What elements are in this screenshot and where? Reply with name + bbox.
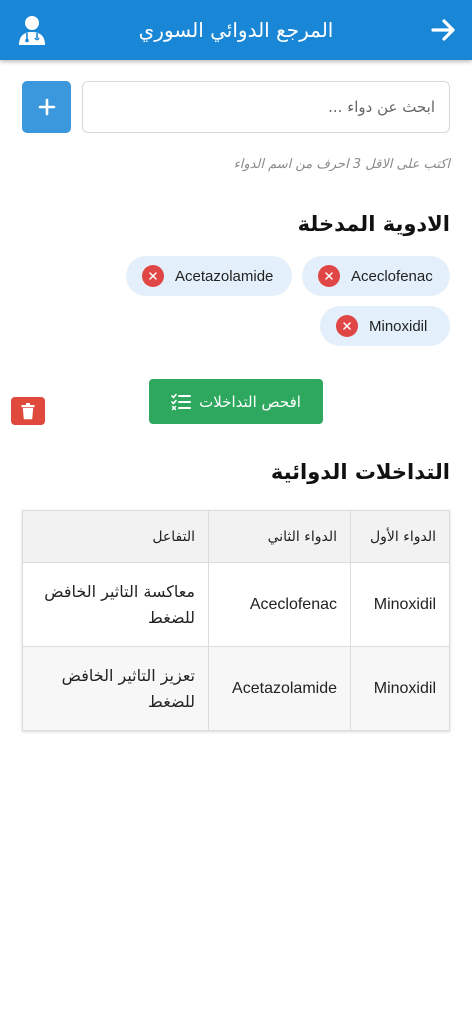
interactions-table: الدواء الأول الدواء الثاني التفاعل Minox… [22,510,450,731]
drug-chip-label: Minoxidil [369,317,428,335]
close-icon[interactable] [142,265,164,287]
column-header: الدواء الثاني [208,510,351,563]
column-header: التفاعل [22,510,209,563]
column-header: الدواء الأول [350,510,450,563]
search-row [22,81,450,133]
check-interactions-label: افحص التداخلات [199,392,301,411]
checklist-icon [171,393,192,410]
close-icon[interactable] [336,315,358,337]
drug-chip[interactable]: Acetazolamide [126,256,292,296]
second-drug-cell: Acetazolamide [208,646,351,731]
plus-icon [38,98,55,116]
first-drug-cell: Minoxidil [350,562,450,647]
check-interactions-button[interactable]: افحص التداخلات [149,379,323,424]
trash-icon [21,402,35,419]
selected-drugs-title: الادوية المدخلة [297,212,450,236]
second-drug-cell: Aceclofenac [208,562,351,647]
drug-chip-label: Aceclofenac [351,267,433,285]
drug-chip[interactable]: Aceclofenac [302,256,450,296]
drug-chip[interactable]: Minoxidil [320,306,450,346]
clear-drugs-button[interactable] [11,397,45,425]
app-bar: المرجع الدوائي السوري [0,0,472,60]
table-header-row: الدواء الأول الدواء الثاني التفاعل [22,510,450,563]
close-icon[interactable] [318,265,340,287]
doctor-icon [19,16,45,45]
drug-search-input[interactable] [82,81,450,133]
profile-button[interactable] [16,14,48,46]
search-hint: اكتب على الاقل 3 احرف من اسم الدواء [233,157,450,172]
interaction-cell: معاكسة التاثير الخافض للضغط [22,562,209,647]
interaction-cell: تعزيز التاثير الخافض للضغط [22,646,209,731]
add-drug-button[interactable] [22,81,71,133]
back-button[interactable] [428,14,460,46]
app-title: المرجع الدوائي السوري [138,18,334,42]
arrow-right-icon [431,19,455,41]
interactions-title: التداخلات الدوائية [270,460,450,484]
table-row: Minoxidil Acetazolamide تعزيز التاثير ال… [22,646,450,731]
drug-chip-label: Acetazolamide [175,267,274,285]
first-drug-cell: Minoxidil [350,646,450,731]
table-row: Minoxidil Aceclofenac معاكسة التاثير الخ… [22,562,450,647]
